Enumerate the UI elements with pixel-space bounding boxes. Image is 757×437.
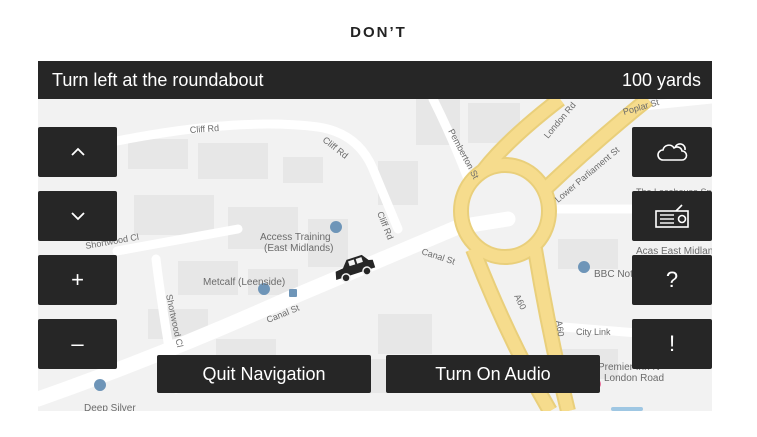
map-label-access-training: Access Training xyxy=(260,232,331,243)
help-button[interactable]: ? xyxy=(632,255,712,305)
navigation-screen: Cliff Rd Cliff Rd Cliff Rd Pemberton St … xyxy=(38,61,712,411)
navigation-banner: Turn left at the roundabout 100 yards xyxy=(38,61,712,99)
alert-button[interactable]: ! xyxy=(632,319,712,369)
plus-icon: + xyxy=(71,267,84,292)
pan-down-button[interactable] xyxy=(38,191,117,241)
map-label-access-training-sub: (East Midlands) xyxy=(264,243,333,254)
map-label-metcalf: Metcalf (Leenside) xyxy=(203,277,285,288)
turn-instruction: Turn left at the roundabout xyxy=(52,70,264,90)
minus-icon: – xyxy=(71,331,84,356)
map-label-city-link: City Link xyxy=(576,327,611,337)
turn-distance: 100 yards xyxy=(621,70,701,90)
turn-on-audio-button[interactable]: Turn On Audio xyxy=(386,355,600,393)
chevron-up-icon xyxy=(70,147,85,156)
weather-button[interactable] xyxy=(632,127,712,177)
car-icon xyxy=(335,254,376,283)
question-icon: ? xyxy=(665,267,679,292)
map-label-cliff-rd: Cliff Rd xyxy=(189,123,219,135)
cloud-icon xyxy=(657,143,688,161)
zoom-in-button[interactable]: + xyxy=(38,255,117,305)
zoom-out-button[interactable]: – xyxy=(38,319,117,369)
radio-button[interactable] xyxy=(632,191,712,241)
page-heading: DON’T xyxy=(350,24,407,41)
radio-icon xyxy=(655,204,689,228)
exclamation-icon: ! xyxy=(668,331,676,356)
pan-up-button[interactable] xyxy=(38,127,117,177)
chevron-down-icon xyxy=(70,212,85,221)
map-label-london-road: London Road xyxy=(604,373,664,384)
map-label-deep-silver: Deep Silver xyxy=(84,403,136,411)
quit-navigation-button[interactable]: Quit Navigation xyxy=(157,355,371,393)
